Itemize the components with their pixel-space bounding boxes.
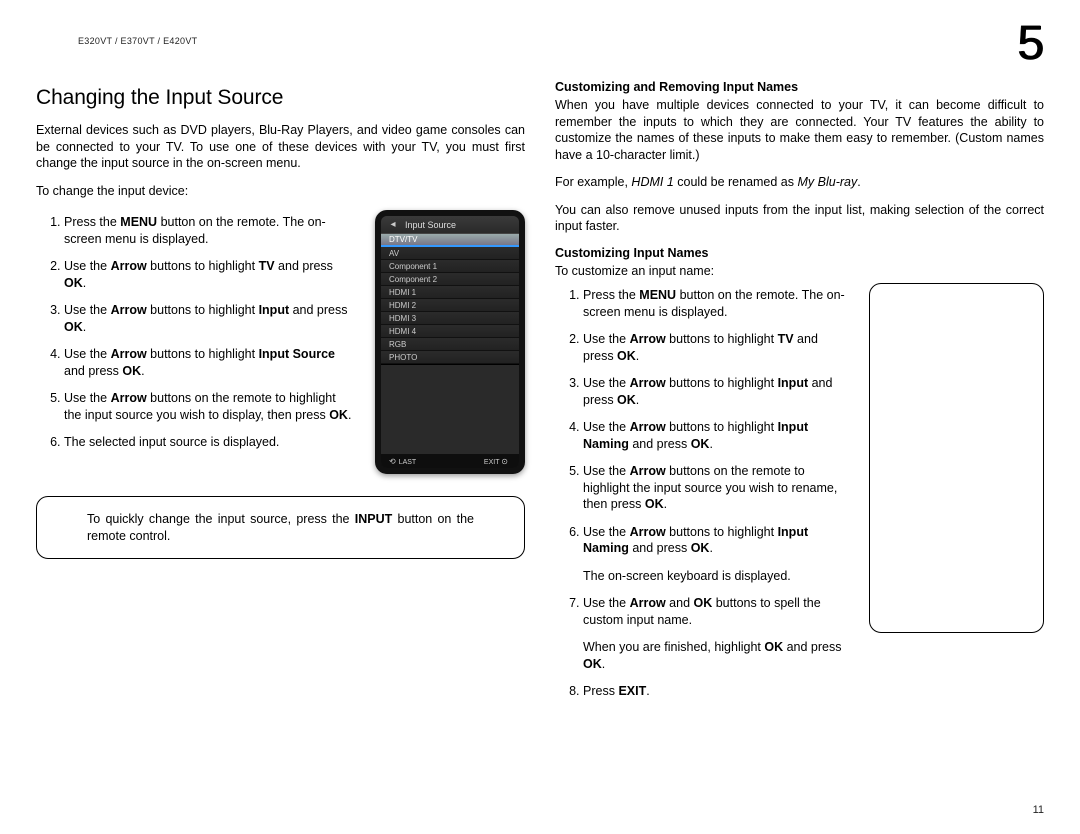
intro-paragraph: External devices such as DVD players, Bl… — [36, 122, 525, 172]
tv-item: HDMI 3 — [381, 312, 519, 325]
subsection-title: Customizing and Removing Input Names — [555, 80, 1044, 94]
model-header: E320VT / E370VT / E420VT — [78, 36, 197, 46]
step-6: Use the Arrow buttons to highlight Input… — [583, 524, 851, 585]
step-3: Use the Arrow buttons to highlight Input… — [583, 375, 851, 408]
tv-item: HDMI 1 — [381, 286, 519, 299]
tv-menu-title: Input Source — [401, 220, 456, 230]
step-5: Use the Arrow buttons on the remote to h… — [583, 463, 851, 513]
step-8: Press EXIT. — [583, 683, 851, 700]
step-2: Use the Arrow buttons to highlight TV an… — [64, 258, 357, 291]
step-1: Press the MENU button on the remote. The… — [583, 287, 851, 320]
tv-item: AV — [381, 247, 519, 260]
step-7: Use the Arrow and OK buttons to spell th… — [583, 595, 851, 672]
lead-line: To change the input device: — [36, 183, 525, 200]
section-title: Changing the Input Source — [36, 86, 525, 110]
tv-menu-list: DTV/TV AV Component 1 Component 2 HDMI 1… — [381, 234, 519, 364]
step-6: The selected input source is displayed. — [64, 434, 357, 451]
step-3: Use the Arrow buttons to highlight Input… — [64, 302, 357, 335]
example-text: For example, HDMI 1 could be renamed as … — [555, 174, 1044, 191]
subsection-title: Customizing Input Names — [555, 246, 1044, 260]
step-4: Use the Arrow buttons to highlight Input… — [64, 346, 357, 379]
tv-menu-screenshot: ◂ Input Source DTV/TV AV Component 1 Com… — [375, 210, 525, 474]
tv-item-selected: DTV/TV — [381, 234, 519, 247]
back-arrow-icon: ◂ — [385, 219, 401, 230]
chapter-number: 5 — [1017, 16, 1044, 71]
body-text: You can also remove unused inputs from t… — [555, 202, 1044, 235]
placeholder-frame — [869, 283, 1044, 633]
tip-callout: To quickly change the input source, pres… — [36, 496, 525, 559]
step-5: Use the Arrow buttons on the remote to h… — [64, 390, 357, 423]
tv-item: HDMI 2 — [381, 299, 519, 312]
tv-item: HDMI 4 — [381, 325, 519, 338]
left-column: Changing the Input Source External devic… — [36, 78, 525, 711]
exit-icon: ⊙ — [501, 457, 508, 466]
customize-input-steps: Press the MENU button on the remote. The… — [555, 287, 851, 700]
return-icon: ⟲ — [389, 457, 396, 466]
page-number: 11 — [1033, 804, 1044, 816]
right-column: Customizing and Removing Input Names Whe… — [555, 78, 1044, 711]
change-input-steps: Press the MENU button on the remote. The… — [36, 214, 357, 451]
tv-item: PHOTO — [381, 351, 519, 364]
step-1: Press the MENU button on the remote. The… — [64, 214, 357, 247]
step-2: Use the Arrow buttons to highlight TV an… — [583, 331, 851, 364]
tv-item: RGB — [381, 338, 519, 351]
tv-item: Component 2 — [381, 273, 519, 286]
tv-item: Component 1 — [381, 260, 519, 273]
body-text: When you have multiple devices connected… — [555, 97, 1044, 163]
lead-line: To customize an input name: — [555, 263, 1044, 280]
step-4: Use the Arrow buttons to highlight Input… — [583, 419, 851, 452]
